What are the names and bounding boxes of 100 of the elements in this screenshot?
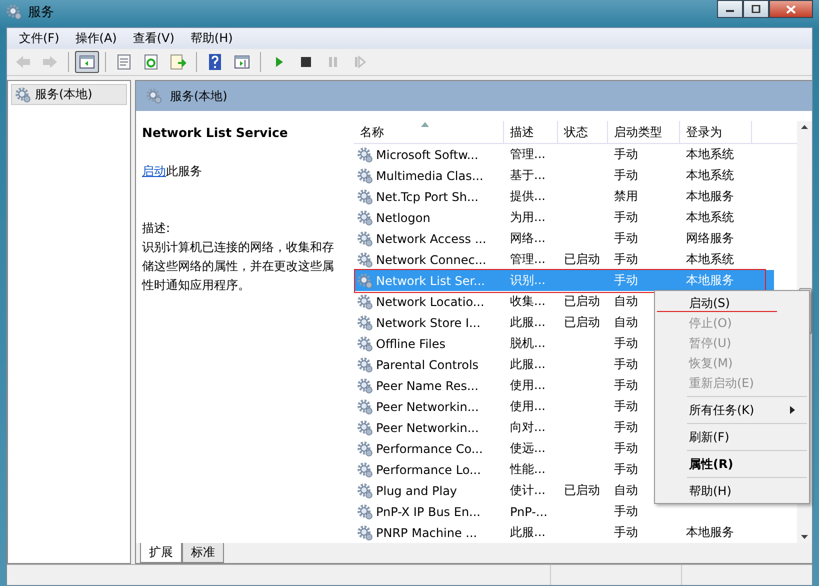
forward-arrow-icon <box>41 53 59 71</box>
context-menu-item[interactable]: 帮助(H) <box>657 481 807 501</box>
name-cell-text: Performance Lo... <box>376 462 482 476</box>
description-cell-text: 管理... <box>509 146 546 163</box>
column-header[interactable]: 登录为 <box>680 121 752 143</box>
window-title: 服务 <box>28 4 54 21</box>
name-cell-text: Plug and Play <box>376 484 458 498</box>
export-icon <box>169 53 187 71</box>
logon-cell: 本地系统 <box>686 168 734 182</box>
menu-item[interactable]: 帮助(H) <box>182 30 241 47</box>
description-cell-text: 使用... <box>509 377 546 394</box>
panel-icon <box>233 53 251 71</box>
startup-type-cell-text: 手动 <box>613 524 639 541</box>
gear-icon <box>357 462 373 478</box>
logon-cell: 网络服务 <box>686 231 734 245</box>
status-cell: 已启动 <box>564 252 600 266</box>
startup-type-cell-text: 手动 <box>613 377 639 394</box>
window-icon <box>6 4 22 20</box>
description-cell-text: 识别... <box>509 272 546 289</box>
description-cell-text: 管理... <box>509 251 546 268</box>
column-header[interactable]: 启动类型 <box>608 121 680 143</box>
column-header[interactable]: 描述 <box>504 121 558 143</box>
startup-type-cell-text: 禁用 <box>613 188 639 205</box>
status-cell: 已启动 <box>564 294 600 308</box>
menu-item[interactable]: 查看(V) <box>124 30 182 47</box>
context-menu-item[interactable]: 所有任务(K) <box>657 400 807 420</box>
submenu-arrow-icon <box>790 406 795 414</box>
view-tab[interactable]: 扩展 <box>140 543 182 563</box>
context-menu-item[interactable]: 属性(R) <box>657 454 807 474</box>
name-cell-text: Performance Co... <box>376 442 484 456</box>
description-cell-text: 基于... <box>509 167 546 184</box>
view-tab[interactable]: 标准 <box>182 543 224 563</box>
name-cell-text: Parental Controls <box>376 358 480 372</box>
name-cell-text: PnP-X IP Bus En... <box>376 504 482 518</box>
startup-type-cell-text: 手动 <box>613 440 639 457</box>
gear-icon <box>357 420 373 436</box>
logon-cell: 本地服务 <box>686 273 734 287</box>
service-row[interactable]: Network Access ... 网络... 手动 网络服务 <box>354 228 774 249</box>
close-icon <box>786 4 796 14</box>
name-cell-text: Network List Ser... <box>376 274 486 288</box>
service-name: Network List Service <box>142 124 289 142</box>
column-header[interactable]: 状态 <box>558 121 608 143</box>
gear-icon <box>357 504 373 520</box>
menu-item[interactable]: 文件(F) <box>11 30 68 47</box>
startup-type-cell-text: 手动 <box>613 251 639 268</box>
gear-icon <box>357 378 373 394</box>
startup-type-cell-text: 手动 <box>613 398 639 415</box>
service-row[interactable]: PNRP Machine ... 此服... 手动 本地服务 <box>354 522 774 543</box>
back-arrow-icon <box>14 53 32 71</box>
minimize-button[interactable] <box>717 0 743 18</box>
service-row[interactable]: Net.Tcp Port Sh... 提供... 禁用 本地服务 <box>354 186 774 207</box>
name-cell-text: Network Store I... <box>376 316 482 330</box>
startup-type-cell-text: 手动 <box>613 272 639 289</box>
action-text: 此服务 <box>166 164 202 178</box>
start-link[interactable]: 启动 <box>142 164 166 178</box>
startup-type-cell-text: 手动 <box>613 356 639 373</box>
startup-type-cell-text: 自动 <box>613 482 639 499</box>
service-row[interactable]: PnP-X IP Bus En... PnP-... 手动 <box>354 501 774 522</box>
gear-icon <box>357 440 373 456</box>
name-cell-text: Network Connec... <box>376 252 488 266</box>
close-button[interactable] <box>769 0 813 18</box>
name-cell-text: Network Access ... <box>376 232 488 246</box>
service-row[interactable]: Microsoft Softw... 管理... 手动 本地系统 <box>354 144 774 165</box>
service-row[interactable]: Netlogon 为用... 手动 本地系统 <box>354 207 774 228</box>
gear-icon <box>357 482 373 498</box>
service-row[interactable]: Network Connec... 管理... 已启动 手动 本地系统 <box>354 249 774 270</box>
description-cell-text: 向对... <box>509 419 546 436</box>
gear-icon <box>357 272 373 288</box>
name-cell-text: Peer Name Res... <box>376 378 480 392</box>
description-cell-text: 此服... <box>509 524 546 541</box>
maximize-button[interactable] <box>743 0 769 18</box>
gear-icon <box>15 86 31 102</box>
maximize-icon <box>751 5 761 13</box>
gear-icon <box>357 336 373 352</box>
column-header[interactable]: 名称 <box>354 121 504 143</box>
panel-title: 服务(本地) <box>170 88 228 104</box>
startup-type-cell-text: 手动 <box>613 335 639 352</box>
document-icon <box>115 53 133 71</box>
startup-type-cell-text: 手动 <box>613 146 639 163</box>
name-cell-text: Network Locatio... <box>376 294 486 308</box>
description-cell-text: 使用... <box>509 398 546 415</box>
gear-icon <box>357 188 373 204</box>
gear-icon <box>357 146 373 162</box>
logon-cell: 本地服务 <box>686 189 734 203</box>
name-cell-text: Microsoft Softw... <box>376 148 480 162</box>
name-cell-text: Peer Networkin... <box>376 400 480 414</box>
service-row[interactable]: Multimedia Clas... 基于... 手动 本地系统 <box>354 165 774 186</box>
description-cell-text: 此服... <box>509 314 546 331</box>
description-cell-text: 为用... <box>509 209 546 226</box>
panel-icon <box>78 53 96 71</box>
console-tree-button[interactable] <box>75 51 99 73</box>
tree-item[interactable]: 服务(本地) <box>11 84 127 105</box>
name-cell-text: Multimedia Clas... <box>376 168 484 182</box>
context-menu-item[interactable]: 启动(S) <box>657 293 807 313</box>
startup-type-cell-text: 手动 <box>613 209 639 226</box>
menu-item[interactable]: 操作(A) <box>67 30 125 47</box>
gear-icon <box>357 210 373 226</box>
startup-type-cell-text: 手动 <box>613 419 639 436</box>
context-menu-item[interactable]: 刷新(F) <box>657 427 807 447</box>
help-icon <box>206 53 224 71</box>
